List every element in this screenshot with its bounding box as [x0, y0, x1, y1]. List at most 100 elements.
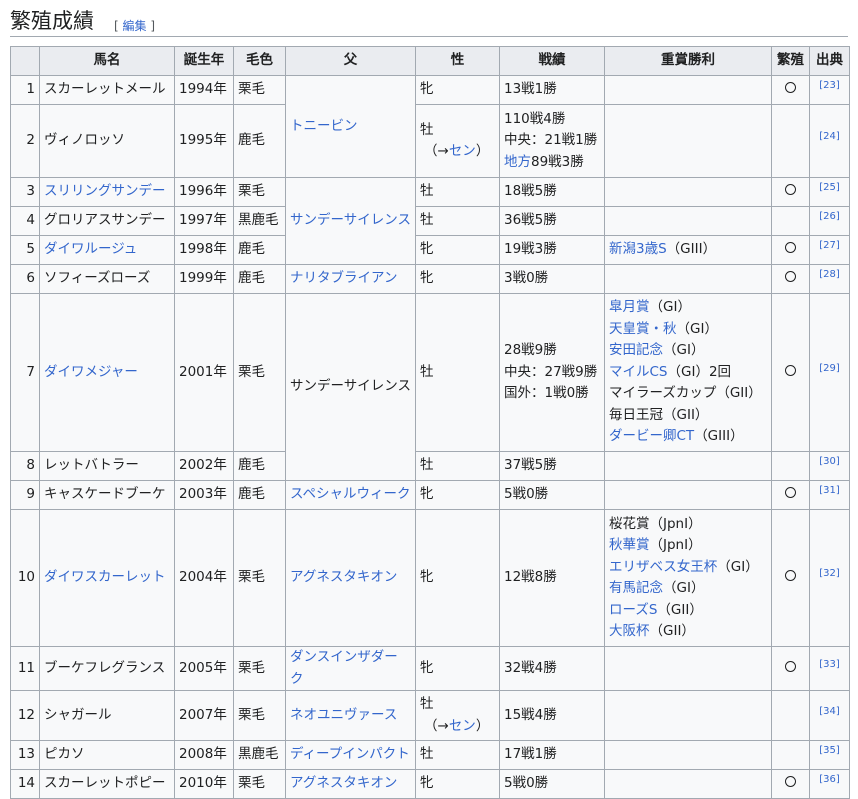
wiki-link[interactable]: 地方 [504, 154, 531, 170]
graded-win: 桜花賞（JpnI） [609, 514, 767, 536]
record-line: 17戦1勝 [504, 744, 600, 766]
sire-cell[interactable]: ディープインパクト [285, 740, 416, 770]
sire-cell[interactable]: ナリタブライアン [285, 264, 416, 294]
reference-link[interactable]: [32] [819, 568, 840, 579]
text-part: 15戦4勝 [504, 706, 557, 723]
source-cell: [24] [809, 104, 850, 178]
reference-link[interactable]: [33] [819, 659, 840, 670]
horse-name: ヴィノロッソ [44, 132, 125, 149]
reference-link[interactable]: [34] [819, 706, 840, 717]
reference-link[interactable]: [23] [819, 80, 840, 91]
coat-color-cell: 鹿毛 [233, 104, 286, 178]
graded-wins-cell [604, 206, 772, 236]
sire-name[interactable]: トニービン [290, 118, 358, 134]
birth-year-cell: 2008年 [174, 740, 234, 770]
graded-wins-cell: 皐月賞（GI） 天皇賞・秋（GI） 安田記念（GI） マイルCS（GI）2回 マイラーズ… [604, 293, 772, 452]
text-part: 牡 [420, 457, 434, 474]
sire-cell[interactable]: スペシャルウィーク [285, 480, 416, 510]
source-cell: [33] [809, 646, 850, 691]
sire-name[interactable]: アグネスタキオン [290, 775, 397, 791]
sire-cell[interactable]: ネオユニヴァース [285, 690, 416, 741]
sex-line: 牡 [420, 744, 495, 766]
horse-name-cell: ヴィノロッソ [39, 104, 175, 178]
breeding-cell [771, 740, 810, 770]
horse-name-cell[interactable]: ダイワメジャー [39, 293, 175, 452]
horse-name-cell: キャスケードブーケ [39, 480, 175, 510]
horse-name-cell: ソフィーズローズ [39, 264, 175, 294]
reference-link[interactable]: [35] [819, 745, 840, 756]
birth-year-cell: 1999年 [174, 264, 234, 294]
horse-name[interactable]: ダイワメジャー [44, 364, 138, 380]
wiki-link[interactable]: 天皇賞・秋 [609, 321, 677, 337]
sire-cell[interactable]: アグネスタキオン [285, 769, 416, 799]
sire-cell[interactable]: トニービン [285, 75, 416, 178]
sire-name[interactable]: アグネスタキオン [290, 569, 397, 585]
wiki-link[interactable]: 新潟3歳S [609, 241, 667, 257]
table-row: 8 レットバトラー 2002年 鹿毛 牡 37戦5勝 [30] [10, 451, 850, 481]
breeding-cell [771, 235, 810, 265]
col-number-header [10, 46, 40, 76]
horse-name-cell: ブーケフレグランス [39, 646, 175, 691]
sire-name[interactable]: ナリタブライアン [290, 270, 397, 286]
graded-wins-cell [604, 264, 772, 294]
reference-link[interactable]: [36] [819, 774, 840, 785]
birth-year-cell: 2003年 [174, 480, 234, 510]
wiki-link[interactable]: ダービー卿CT [609, 428, 694, 444]
sire-name[interactable]: スペシャルウィーク [290, 486, 411, 502]
sire-name[interactable]: ネオユニヴァース [290, 707, 397, 723]
horse-name-cell[interactable]: ダイワスカーレット [39, 509, 175, 647]
text-part: 中央：27戦9勝 [504, 363, 598, 380]
breeding-circle-icon [785, 570, 796, 582]
breeding-cell [771, 104, 810, 178]
wiki-link[interactable]: 皐月賞 [609, 299, 650, 315]
reference-link[interactable]: [27] [819, 240, 840, 251]
coat-color-cell: 栗毛 [233, 177, 286, 207]
sire-cell[interactable]: サンデーサイレンス [285, 177, 416, 265]
wiki-link[interactable]: 安田記念 [609, 342, 663, 358]
horse-name[interactable]: ダイワスカーレット [44, 569, 166, 585]
horse-name[interactable]: スリリングサンデー [44, 183, 166, 199]
horse-name-cell[interactable]: スリリングサンデー [39, 177, 175, 207]
row-number-cell: 10 [10, 509, 40, 647]
sire-name[interactable]: ダンスインザダーク [290, 649, 398, 687]
sire-cell[interactable]: アグネスタキオン [285, 509, 416, 647]
horse-name[interactable]: ダイワルージュ [44, 241, 137, 257]
reference-link[interactable]: [30] [819, 456, 840, 467]
source-cell: [36] [809, 769, 850, 799]
sex-line: （→セン） [420, 716, 495, 738]
reference-link[interactable]: [31] [819, 485, 840, 496]
wiki-link[interactable]: 秋華賞 [609, 537, 650, 553]
reference-link[interactable]: [24] [819, 131, 840, 142]
reference-link[interactable]: [29] [819, 363, 840, 374]
wiki-link[interactable]: セン [449, 718, 476, 734]
horse-name-cell[interactable]: ダイワルージュ [39, 235, 175, 265]
sire-name[interactable]: サンデーサイレンス [290, 212, 411, 228]
table-row: 7 ダイワメジャー 2001年 栗毛 サンデーサイレンス牡 28戦9勝 中央：27戦9勝 国外… [10, 293, 850, 481]
source-cell: [31] [809, 480, 850, 510]
text-part: （GI） [676, 320, 718, 337]
sire-name[interactable]: ディープインパクト [290, 746, 410, 762]
horse-name: ソフィーズローズ [44, 270, 151, 287]
wiki-link[interactable]: セン [449, 143, 476, 159]
wiki-link[interactable]: マイルCS [609, 364, 668, 380]
sex-cell: 牝 [415, 646, 500, 691]
table-row: 3 スリリングサンデー 1996年 栗毛 サンデーサイレンス牡 18戦5勝 [25] [10, 177, 850, 265]
wiki-link[interactable]: ローズS [609, 602, 657, 618]
wiki-link[interactable]: エリザベス女王杯 [609, 559, 717, 575]
row-number-cell: 4 [10, 206, 40, 236]
wiki-link[interactable]: 大阪杯 [609, 623, 650, 639]
table-row: 9 キャスケードブーケ 2003年 鹿毛 スペシャルウィーク牝 5戦0勝 [31] [10, 480, 850, 510]
text-part: （→ [424, 143, 449, 159]
graded-win: 安田記念（GI） [609, 340, 767, 362]
reference-link[interactable]: [25] [819, 182, 840, 193]
source-cell: [32] [809, 509, 850, 647]
sex-line: 牡 [420, 120, 495, 142]
reference-link[interactable]: [26] [819, 211, 840, 222]
table-row: 1 スカーレットメール 1994年 栗毛 トニービン 牝 13戦1勝 [23] [10, 75, 850, 178]
text-part: 牡 [420, 121, 434, 138]
wiki-link[interactable]: 有馬記念 [609, 580, 663, 596]
edit-link[interactable]: 編集 [123, 19, 147, 33]
sire-cell[interactable]: ダンスインザダーク [285, 646, 416, 691]
text-part: 牡 [420, 183, 434, 200]
reference-link[interactable]: [28] [819, 269, 840, 280]
